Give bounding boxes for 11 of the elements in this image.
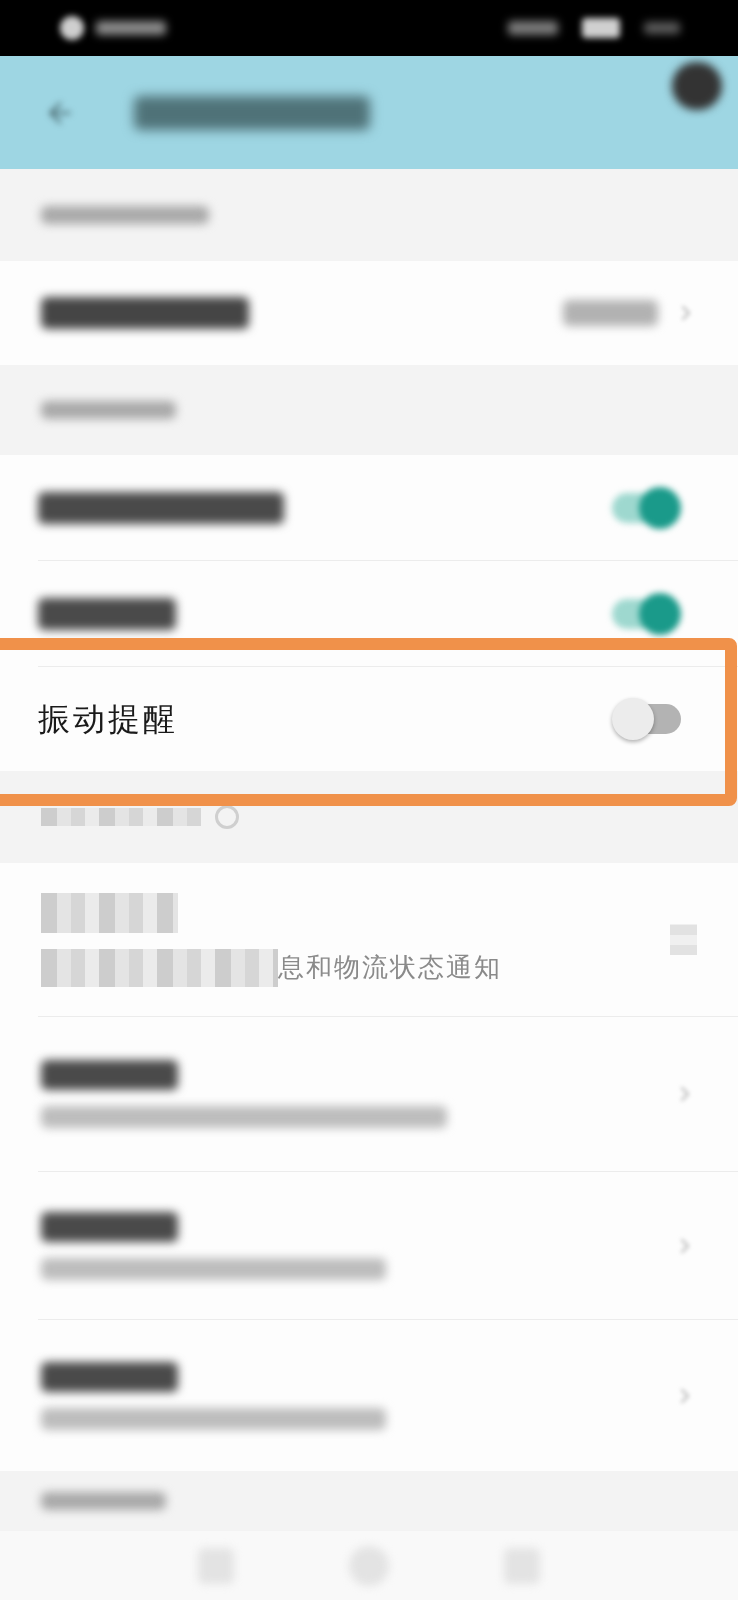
row-description: 息和物流状态通知: [278, 951, 502, 984]
toggle-switch[interactable]: [612, 592, 681, 635]
blurred-status-icon: [96, 21, 166, 35]
blurred-status-icon: [582, 18, 620, 38]
blurred-status-icon: [644, 22, 680, 34]
toggle-switch[interactable]: [612, 698, 681, 740]
blurred-status-icon: [60, 16, 84, 40]
row-label: 振动提醒: [38, 700, 178, 739]
toggle-switch[interactable]: [612, 486, 681, 529]
blurred-status-icon: [508, 21, 558, 35]
pixelated-icon: [670, 924, 697, 955]
